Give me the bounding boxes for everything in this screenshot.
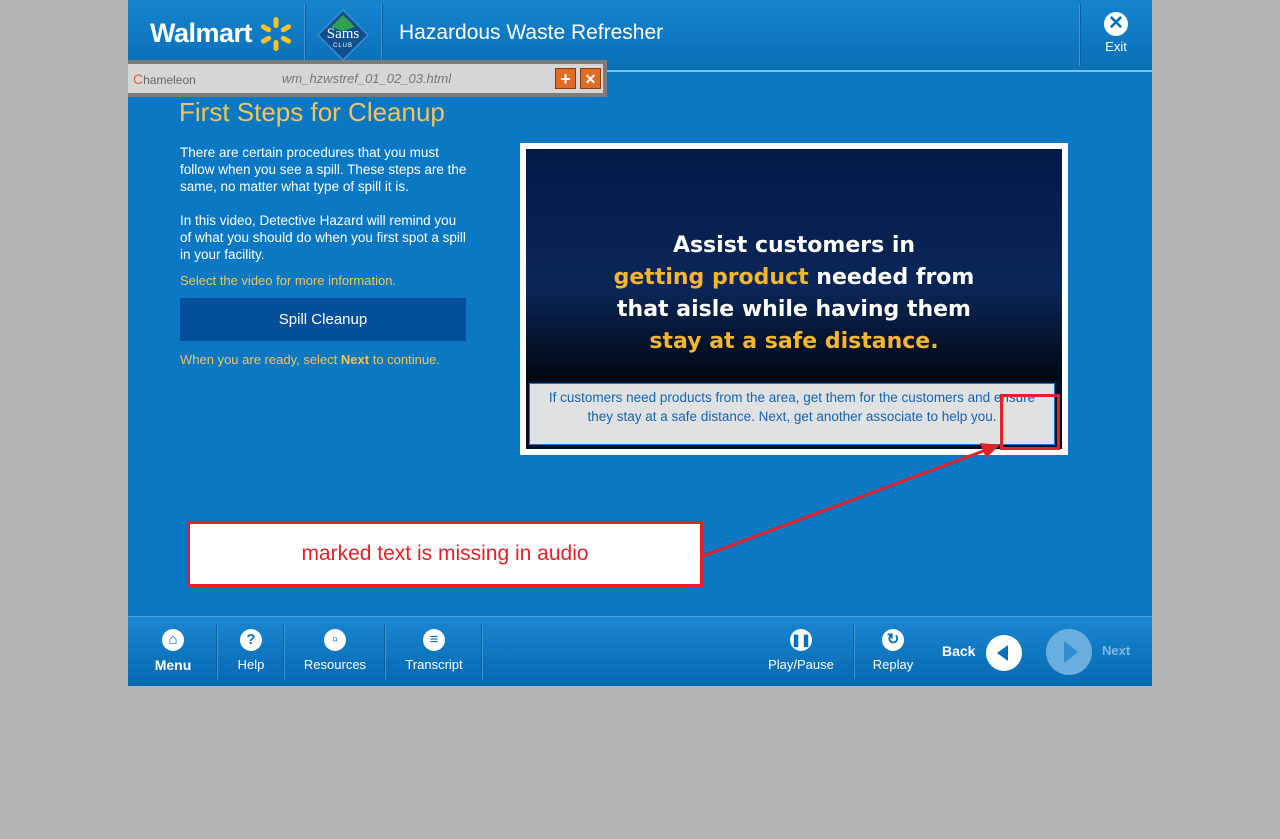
resources-button[interactable]: ▫ Resources [300,629,370,672]
chameleon-filename: wm_hzwstref_01_02_03.html [282,71,452,86]
help-button[interactable]: ? Help [231,629,271,672]
arrow-left-icon [997,645,1008,661]
play-pause-label: Play/Pause [768,657,834,672]
arrow-right-icon [1064,641,1078,663]
play-pause-button[interactable]: ❚❚ Play/Pause [764,629,838,672]
next-label[interactable]: Next [1102,643,1130,658]
replay-button[interactable]: ↻ Replay [870,629,916,672]
course-player: Walmart Sams CLUB Hazardous Waste Refres… [128,0,1152,686]
next-button[interactable] [1046,629,1092,675]
document-icon: ▫ [324,629,346,651]
footer-divider [853,625,855,679]
annotation-note: marked text is missing in audio [187,521,703,587]
chameleon-logo-initial: C [133,71,144,87]
home-icon: ⌂ [162,629,184,651]
footer-bar: ⌂ Menu ? Help ▫ Resources ≡ Transcript ❚… [128,616,1152,686]
list-icon: ≡ [423,629,445,651]
back-label[interactable]: Back [942,643,975,659]
menu-button[interactable]: ⌂ Menu [152,629,194,673]
transcript-label: Transcript [405,657,463,672]
chameleon-close-button[interactable]: ✕ [580,68,601,89]
chameleon-toolbar-inner: Chameleon wm_hzwstref_01_02_03.html + ✕ [128,64,603,93]
chameleon-toolbar: Chameleon wm_hzwstref_01_02_03.html + ✕ [128,60,607,97]
footer-divider [283,625,285,679]
back-button[interactable] [986,635,1022,671]
footer-divider [384,625,386,679]
help-icon: ? [240,629,262,651]
help-label: Help [237,657,265,672]
resources-label: Resources [303,657,367,672]
replay-icon: ↻ [882,629,904,651]
chameleon-logo: Chameleon [133,71,196,87]
footer-divider [481,625,483,679]
chameleon-logo-text: hameleon [143,73,196,87]
transcript-button[interactable]: ≡ Transcript [400,629,468,672]
menu-label: Menu [154,657,192,673]
footer-divider [216,625,218,679]
pause-icon: ❚❚ [790,629,812,651]
chameleon-add-button[interactable]: + [555,68,576,89]
replay-label: Replay [872,657,914,672]
